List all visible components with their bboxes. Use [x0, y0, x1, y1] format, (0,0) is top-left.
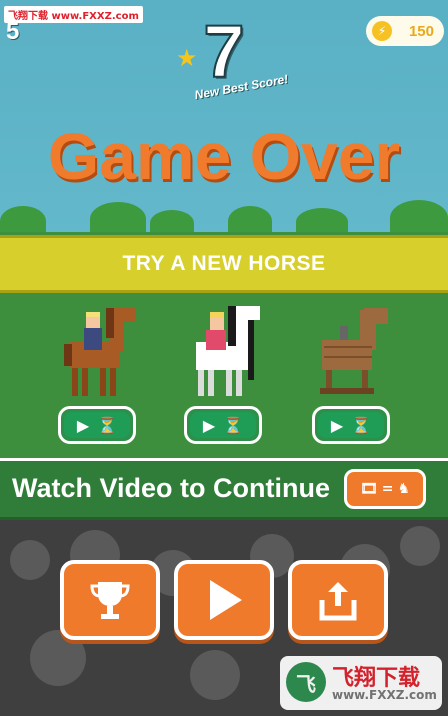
play-button[interactable]	[174, 560, 274, 640]
star-icon: ★	[176, 44, 198, 72]
play-icon: ▶	[76, 415, 90, 435]
level-number: 5	[6, 18, 20, 45]
watermark-logo-icon: 飞	[286, 662, 326, 702]
watermark-bottom: 飞 飞翔下载 www.FXXZ.com	[280, 656, 442, 710]
equals-sign: =	[381, 481, 394, 497]
horse-icon: ♞	[397, 481, 411, 497]
game-over-title: Game Over	[47, 119, 401, 193]
unlock-wooden-horse-button[interactable]: ▶ ⏳	[312, 406, 390, 444]
hourglass-icon: ⏳	[97, 415, 118, 435]
unlock-white-horse-button[interactable]: ▶ ⏳	[184, 406, 262, 444]
watermark-url: www.FXXZ.com	[332, 688, 437, 702]
coin-icon: ⚡	[372, 21, 392, 41]
leaderboard-button[interactable]	[60, 560, 160, 640]
trophy-icon	[90, 582, 130, 619]
brown-horse[interactable]	[60, 302, 140, 398]
share-icon	[319, 582, 357, 621]
watermark-top: 飞翔下载 www.FXXZ.com	[4, 6, 143, 23]
unlock-brown-horse-button[interactable]: ▶ ⏳	[58, 406, 136, 444]
watch-video-button[interactable]: 🎞 = ♞	[344, 469, 426, 509]
play-icon: ▶	[330, 415, 344, 435]
film-icon: 🎞	[359, 481, 378, 497]
hourglass-icon: ⏳	[351, 415, 372, 435]
wooden-horse[interactable]	[314, 302, 394, 398]
try-new-horse-banner[interactable]: TRY A NEW HORSE	[0, 235, 448, 293]
coin-value: 150	[408, 22, 434, 40]
share-button[interactable]	[288, 560, 388, 640]
coin-counter: ⚡ 150	[366, 16, 444, 46]
hills	[0, 196, 448, 236]
play-icon: ▶	[202, 415, 216, 435]
watch-video-bar: Watch Video to Continue 🎞 = ♞	[0, 458, 448, 520]
play-icon	[210, 580, 242, 620]
white-horse[interactable]	[186, 302, 266, 398]
hourglass-icon: ⏳	[223, 415, 244, 435]
watch-video-label: Watch Video to Continue	[12, 473, 330, 503]
